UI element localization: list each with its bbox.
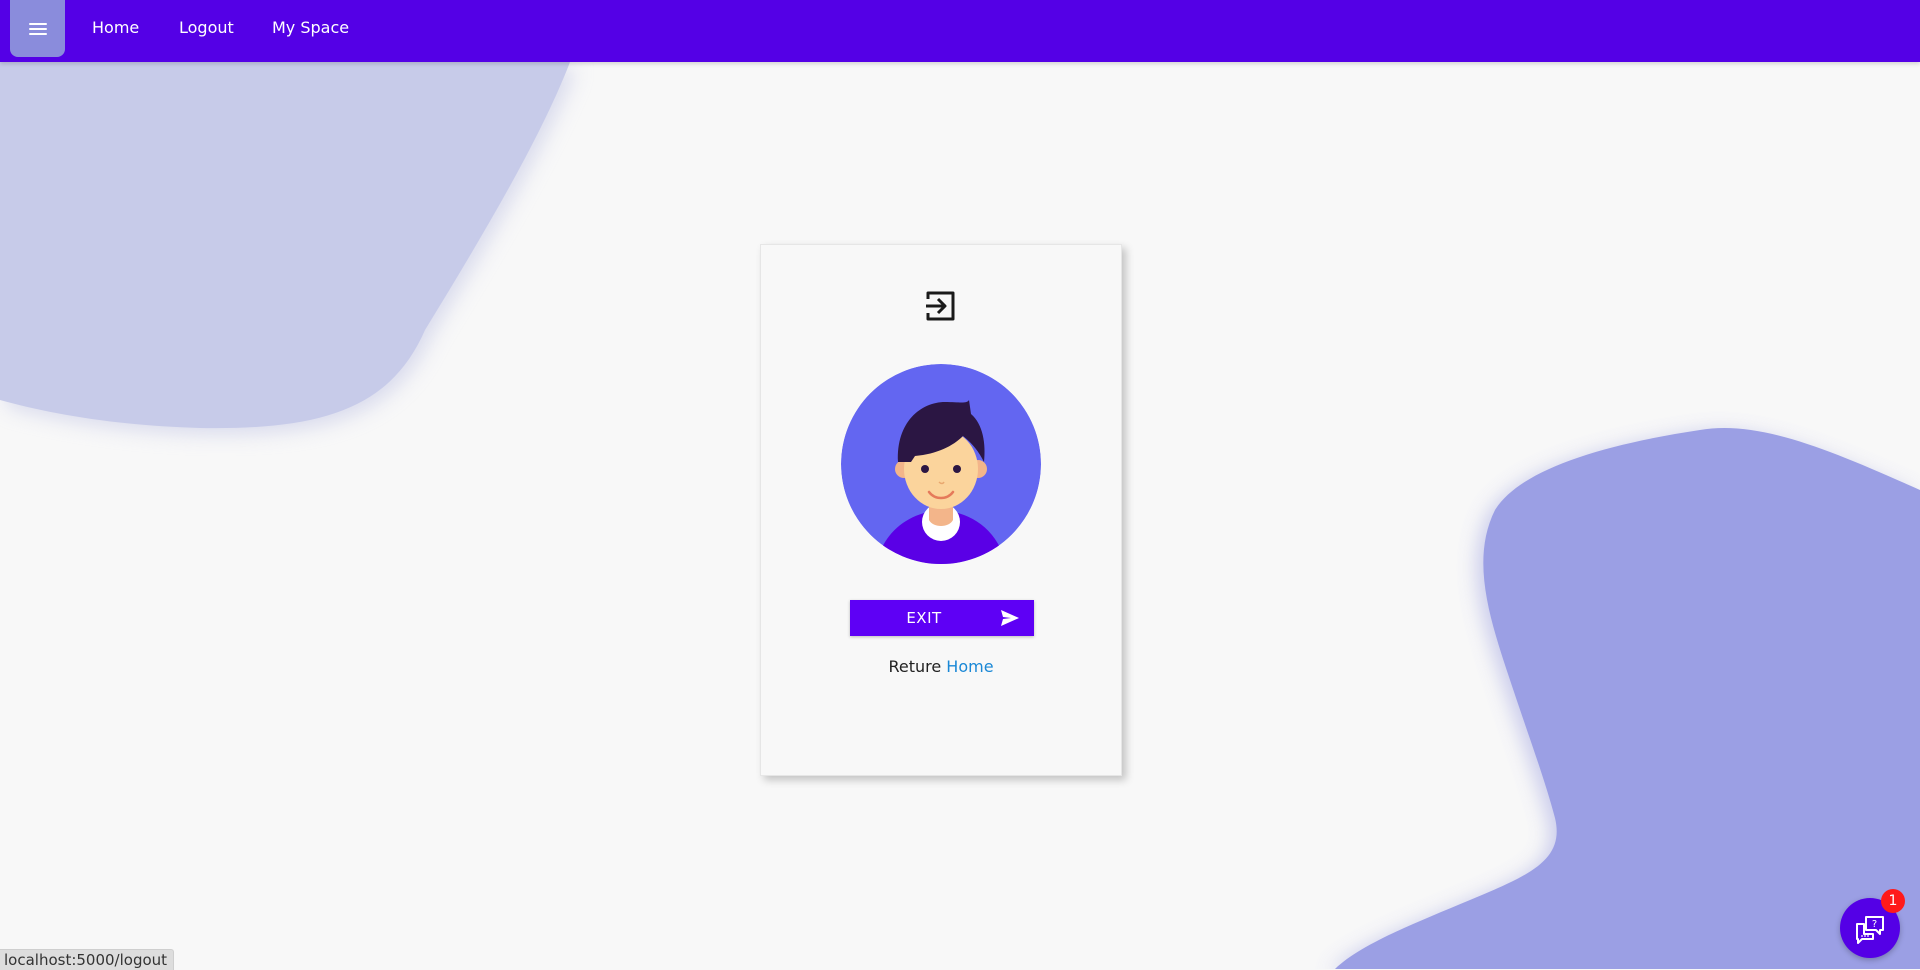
send-icon	[1001, 610, 1019, 626]
menu-toggle-button[interactable]	[10, 0, 65, 57]
exit-button-label: EXIT	[906, 609, 942, 627]
user-avatar-illustration	[841, 364, 1041, 564]
logout-card: EXIT Reture Home	[760, 244, 1122, 776]
return-home-link[interactable]: Home	[946, 657, 993, 676]
return-text: Reture	[888, 657, 942, 676]
svg-text:?: ?	[1872, 919, 1877, 930]
chat-help-icon: ?	[1856, 916, 1884, 944]
status-bar-url: localhost:5000/logout	[0, 949, 175, 970]
top-navbar: Home Logout My Space	[0, 0, 1920, 62]
hamburger-menu-icon	[28, 20, 47, 38]
blob-bottom-right	[1335, 428, 1920, 969]
chat-notification-badge: 1	[1881, 889, 1905, 913]
nav-link-logout[interactable]: Logout	[179, 18, 234, 37]
nav-link-my-space[interactable]: My Space	[272, 18, 349, 37]
nav-link-home[interactable]: Home	[92, 18, 139, 37]
return-home-line: Reture Home	[761, 657, 1121, 676]
user-avatar	[841, 364, 1041, 564]
logout-icon	[926, 291, 955, 321]
exit-button[interactable]: EXIT	[850, 600, 1034, 636]
